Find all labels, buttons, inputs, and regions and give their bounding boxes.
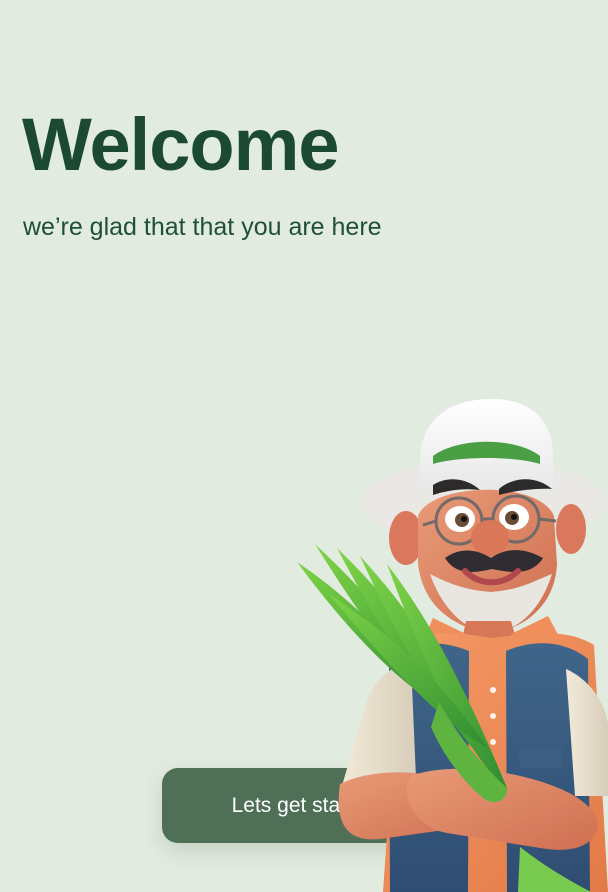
welcome-subtitle: we’re glad that that you are here — [23, 213, 382, 241]
welcome-title: Welcome — [22, 103, 340, 186]
farmer-illustration — [288, 398, 608, 892]
welcome-screen: Welcome we’re glad that that you are her… — [0, 0, 608, 892]
